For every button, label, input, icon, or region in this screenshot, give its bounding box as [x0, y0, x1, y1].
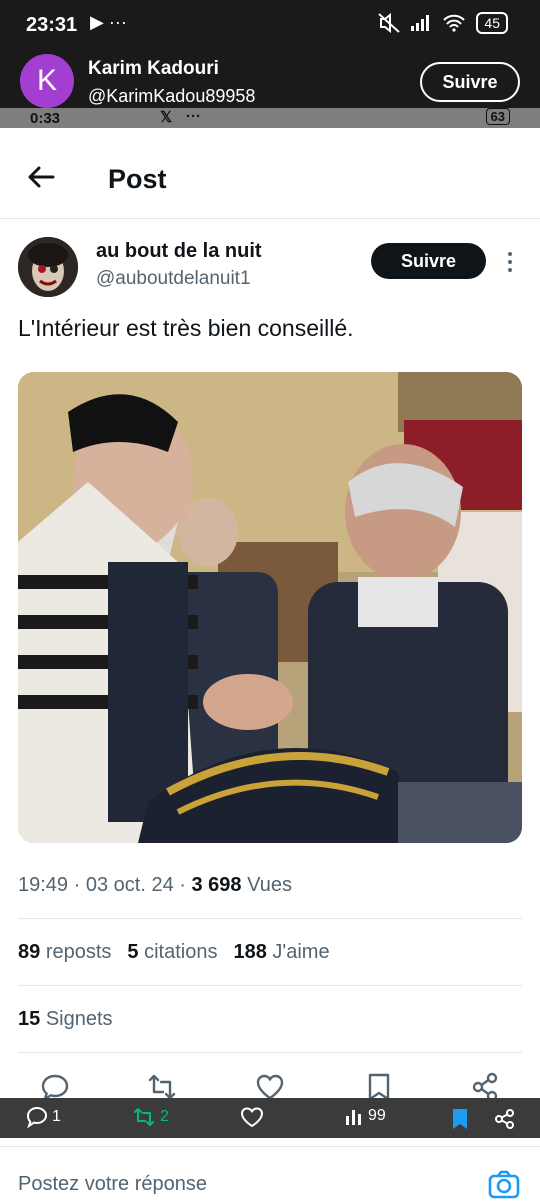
battery-icon: 45 [476, 12, 508, 34]
tweet-photo[interactable] [18, 372, 522, 843]
overlay-views[interactable]: 99 [344, 1106, 386, 1126]
overlay-reposts[interactable]: 2 [132, 1106, 169, 1128]
inner-status-time: 0:33 [30, 110, 61, 127]
repost-icon [134, 1108, 154, 1126]
author-handle[interactable]: @auboutdelanuit1 [96, 268, 251, 290]
back-arrow-icon[interactable] [26, 162, 56, 192]
outer-account-name[interactable]: Karim Kadouri [88, 58, 219, 80]
tweet-meta: 19:49 · 03 oct. 24 · 3 698 Vues [18, 874, 292, 897]
overlay-replies-count: 1 [52, 1108, 61, 1125]
inner-status-dots: ··· [186, 108, 201, 125]
author-name[interactable]: au bout de la nuit [96, 240, 262, 263]
views-count: 3 698 [191, 874, 242, 896]
tweet-stats: 89 reposts 5 citations 188 J'aime [18, 941, 330, 964]
inner-status-bar: 0:33 𝕏 ··· 63 [0, 108, 540, 128]
overlay-reposts-count: 2 [160, 1108, 169, 1125]
status-notification-icons: ▶ ··· [90, 12, 127, 32]
overlay-views-count: 99 [368, 1107, 386, 1124]
divider [18, 1052, 522, 1053]
like-icon [240, 1107, 264, 1128]
author-avatar-image [18, 237, 78, 297]
overlay-replies[interactable]: 1 [26, 1106, 61, 1128]
tweet-photo-image [18, 372, 522, 843]
bottom-overlay-bar: 1 2 99 [0, 1098, 540, 1138]
views-label: Vues [247, 874, 292, 896]
wifi-icon [443, 14, 466, 32]
post-header: Post [0, 128, 540, 219]
outer-avatar[interactable]: K [20, 54, 74, 108]
views-icon [346, 1110, 361, 1125]
author-avatar[interactable] [18, 237, 78, 297]
outer-follow-button[interactable]: Suivre [420, 62, 520, 102]
x-logo-icon: 𝕏 [160, 109, 173, 126]
mute-icon [378, 13, 401, 33]
meta-separator: · [68, 874, 86, 896]
overlay-like[interactable] [240, 1106, 264, 1128]
quotes-stat[interactable]: 5 citations [127, 941, 217, 964]
reply-icon [26, 1106, 48, 1128]
divider [18, 985, 522, 986]
camera-icon[interactable] [488, 1169, 520, 1199]
outer-account-handle[interactable]: @KarimKadou89958 [88, 86, 255, 107]
follow-button[interactable]: Suivre [371, 243, 486, 279]
signal-icon [411, 15, 430, 31]
inner-battery-icon: 63 [485, 108, 510, 125]
share-icon[interactable] [494, 1108, 516, 1130]
status-bar: 23:31 ▶ ··· 45 [0, 0, 540, 52]
bookmark-filled-icon[interactable] [452, 1108, 468, 1130]
divider [18, 918, 522, 919]
likes-stat[interactable]: 188 J'aime [233, 941, 329, 964]
page-title: Post [108, 164, 167, 194]
tweet-text: L'Intérieur est très bien conseillé. [18, 315, 354, 341]
tweet-date: 03 oct. 24 [85, 874, 174, 896]
meta-separator: · [173, 874, 192, 896]
reply-bar: Postez votre réponse [0, 1146, 540, 1201]
tweet-time: 19:49 [18, 874, 69, 896]
bookmarks-stat[interactable]: 15 Signets [18, 1008, 113, 1031]
reply-input[interactable]: Postez votre réponse [18, 1173, 207, 1196]
status-right-icons: 45 [378, 12, 508, 34]
reposts-stat[interactable]: 89 reposts [18, 941, 111, 964]
status-time: 23:31 [26, 14, 78, 36]
more-icon[interactable] [504, 250, 516, 274]
outer-account-header: K Karim Kadouri @KarimKadou89958 Suivre [0, 52, 540, 114]
